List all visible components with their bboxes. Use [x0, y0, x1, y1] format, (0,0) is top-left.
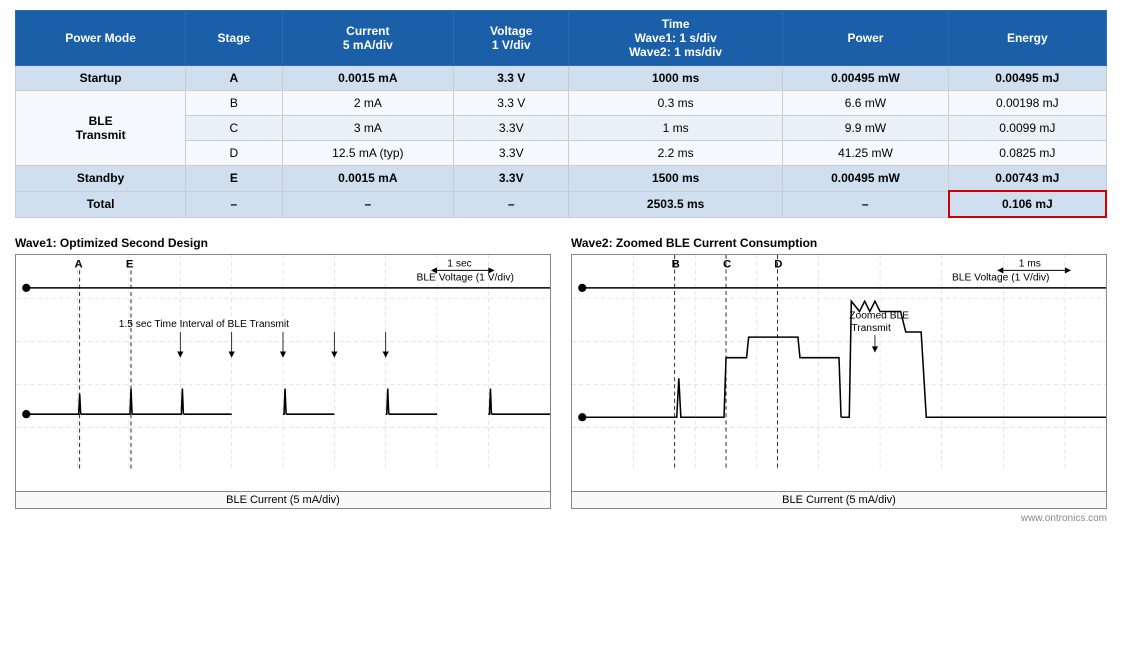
col-header-power: Power — [782, 11, 948, 66]
cell-current: 0.0015 mA — [282, 66, 454, 91]
col-header-stage: Stage — [186, 11, 282, 66]
cell-voltage: – — [454, 191, 569, 217]
svg-text:A: A — [75, 258, 83, 270]
svg-text:BLE Voltage (1 V/div): BLE Voltage (1 V/div) — [952, 273, 1049, 284]
svg-text:C: C — [723, 258, 731, 270]
col-header-mode: Power Mode — [16, 11, 186, 66]
svg-text:1 ms: 1 ms — [1019, 258, 1041, 269]
svg-text:1 sec: 1 sec — [447, 258, 472, 269]
cell-stage: D — [186, 141, 282, 166]
wave1-svg: BLE Voltage (1 V/div) — [16, 255, 550, 491]
cell-time: 1 ms — [569, 116, 782, 141]
svg-text:Zoomed BLE: Zoomed BLE — [849, 311, 909, 322]
cell-mode: Startup — [16, 66, 186, 91]
cell-voltage: 3.3V — [454, 166, 569, 192]
cell-voltage: 3.3 V — [454, 66, 569, 91]
wave1-container: Wave1: Optimized Second Design — [15, 236, 551, 509]
cell-power: 41.25 mW — [782, 141, 948, 166]
cell-energy: 0.00495 mJ — [949, 66, 1106, 91]
cell-power: 0.00495 mW — [782, 66, 948, 91]
svg-text:1.5 sec Time Interval of BLE T: 1.5 sec Time Interval of BLE Transmit — [119, 319, 289, 330]
svg-text:D: D — [774, 258, 782, 270]
cell-current: 0.0015 mA — [282, 166, 454, 192]
cell-stage: A — [186, 66, 282, 91]
col-header-time: TimeWave1: 1 s/divWave2: 1 ms/div — [569, 11, 782, 66]
svg-text:Transmit: Transmit — [851, 323, 891, 334]
cell-time: 1000 ms — [569, 66, 782, 91]
cell-power: 0.00495 mW — [782, 166, 948, 192]
svg-text:B: B — [672, 258, 680, 270]
cell-voltage: 3.3V — [454, 141, 569, 166]
wave2-box: BLE Voltage (1 V/div) B C D — [571, 254, 1107, 509]
power-table: Power Mode Stage Current5 mA/div Voltage… — [15, 10, 1107, 218]
svg-text:BLE Voltage (1 V/div): BLE Voltage (1 V/div) — [416, 273, 513, 284]
cell-time: 0.3 ms — [569, 91, 782, 116]
wave2-current-label: BLE Current (5 mA/div) — [572, 491, 1106, 508]
cell-stage: B — [186, 91, 282, 116]
col-header-current: Current5 mA/div — [282, 11, 454, 66]
cell-time: 1500 ms — [569, 166, 782, 192]
cell-current: 3 mA — [282, 116, 454, 141]
cell-stage: C — [186, 116, 282, 141]
cell-energy: 0.00743 mJ — [949, 166, 1106, 192]
cell-current: 12.5 mA (typ) — [282, 141, 454, 166]
cell-mode: Total — [16, 191, 186, 217]
cell-time: 2.2 ms — [569, 141, 782, 166]
wave2-svg: BLE Voltage (1 V/div) B C D — [572, 255, 1106, 491]
wave1-title: Wave1: Optimized Second Design — [15, 236, 551, 250]
cell-current: – — [282, 191, 454, 217]
cell-voltage: 3.3 V — [454, 91, 569, 116]
cell-energy: 0.00198 mJ — [949, 91, 1106, 116]
cell-energy: 0.0099 mJ — [949, 116, 1106, 141]
wave2-title: Wave2: Zoomed BLE Current Consumption — [571, 236, 1107, 250]
watermark: www.ontronics.com — [15, 513, 1107, 524]
cell-voltage: 3.3V — [454, 116, 569, 141]
waveforms-section: Wave1: Optimized Second Design — [15, 236, 1107, 509]
col-header-energy: Energy — [949, 11, 1106, 66]
cell-current: 2 mA — [282, 91, 454, 116]
wave1-box: BLE Voltage (1 V/div) — [15, 254, 551, 509]
cell-energy: 0.0825 mJ — [949, 141, 1106, 166]
cell-stage: E — [186, 166, 282, 192]
wave2-container: Wave2: Zoomed BLE Current Consumption — [571, 236, 1107, 509]
cell-power: 6.6 mW — [782, 91, 948, 116]
wave1-current-label: BLE Current (5 mA/div) — [16, 491, 550, 508]
cell-energy: 0.106 mJ — [949, 191, 1106, 217]
cell-time: 2503.5 ms — [569, 191, 782, 217]
cell-stage: – — [186, 191, 282, 217]
cell-mode: BLETransmit — [16, 91, 186, 166]
svg-text:E: E — [126, 258, 134, 270]
col-header-voltage: Voltage1 V/div — [454, 11, 569, 66]
cell-mode: Standby — [16, 166, 186, 192]
cell-power: 9.9 mW — [782, 116, 948, 141]
cell-power: – — [782, 191, 948, 217]
